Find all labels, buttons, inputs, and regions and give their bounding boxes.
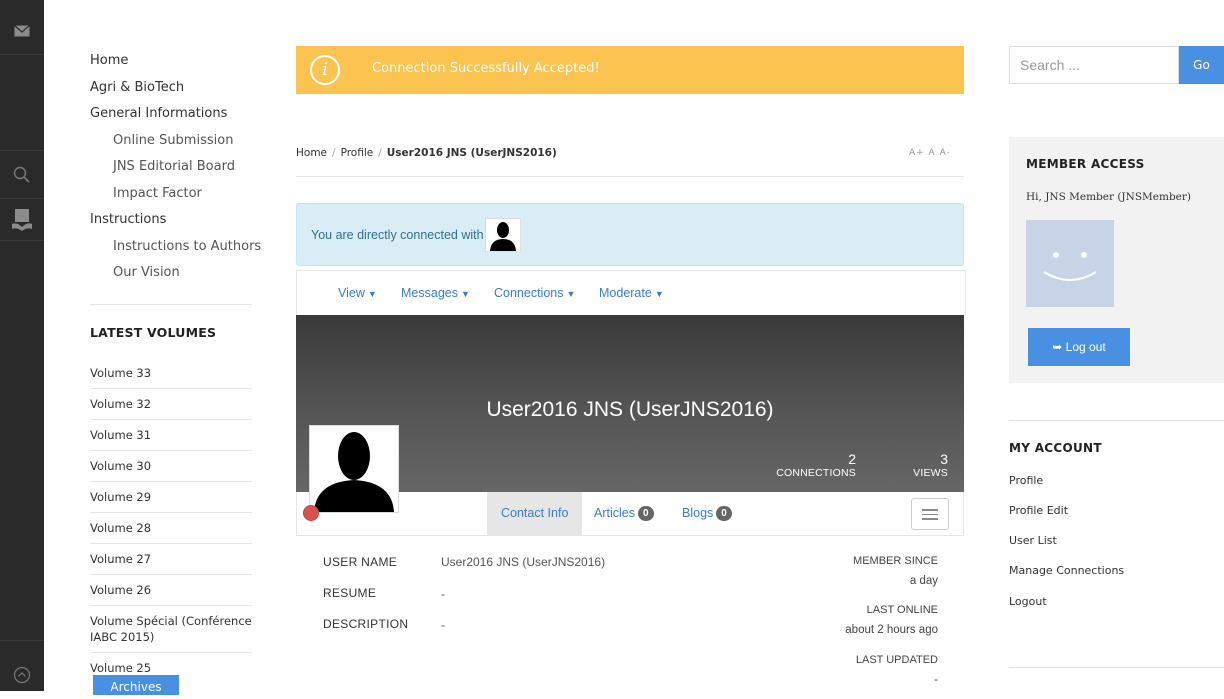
moderate-menu-label: Moderate [599,286,652,300]
logout-button[interactable]: ➥ Log out [1028,328,1130,366]
moderate-menu[interactable]: Moderate ▼ [599,286,664,300]
breadcrumb: Home / Profile / User2016 JNS (UserJNS2016) [296,147,557,159]
account-link-logout[interactable]: Logout [1009,595,1047,608]
tab-articles[interactable]: Articles 0 [580,492,668,535]
messages-menu-label: Messages [401,286,458,300]
profile-navbar: View ▼ Messages ▼ Connections ▼ Moderate ▼ [296,270,966,315]
members-icon[interactable] [0,208,44,236]
messages-menu[interactable]: Messages ▼ [401,286,470,300]
views-label: VIEWS [913,467,948,479]
breadcrumb-home[interactable]: Home [296,147,327,159]
resume-label: RESUME [323,586,377,600]
tab-articles-label: Articles [594,506,635,520]
left-nav: Home Agri & BioTech General Informations… [90,48,261,683]
search-go-button[interactable]: Go [1179,46,1224,84]
nav-item-online-submission[interactable]: Online Submission [90,128,252,155]
mail-icon[interactable] [0,22,44,41]
resume-value: - [441,587,445,601]
nav-item-instructions-to-authors[interactable]: Instructions to Authors [90,234,261,261]
breadcrumb-profile[interactable]: Profile [341,147,374,159]
info-icon: i [310,55,340,85]
username-value: User2016 JNS (UserJNS2016) [441,555,606,569]
logout-label: Log out [1065,340,1106,354]
volume-item[interactable]: Volume Spécial (Conférence IABC 2015) [90,606,252,653]
search-input[interactable]: Search ... [1009,46,1179,84]
account-link-user-list[interactable]: User List [1009,534,1057,547]
hamburger-icon [922,509,938,511]
blogs-count-badge: 0 [716,506,732,521]
articles-count-badge: 0 [637,506,654,521]
scroll-up-icon[interactable] [0,666,44,688]
connection-info-text: You are directly connected with [311,228,484,242]
last-online-value: about 2 hours ago [845,624,938,636]
nav-item-instructions[interactable]: Instructions [90,207,252,234]
profile-avatar[interactable] [309,425,399,513]
nav-item-impact-factor[interactable]: Impact Factor [90,181,252,208]
account-link-profile-edit[interactable]: Profile Edit [1009,504,1068,517]
account-link-manage-connections[interactable]: Manage Connections [1009,564,1124,577]
icon-rail [0,0,44,691]
tab-contact-info[interactable]: Contact Info [487,492,583,535]
connected-user-avatar[interactable] [485,218,521,252]
view-menu-label: View [338,286,365,300]
username-label: USER NAME [323,555,398,569]
views-stat: 3 VIEWS [886,451,948,479]
tab-blogs-label: Blogs [682,506,714,520]
nav-divider [90,303,252,305]
member-access-heading: MEMBER ACCESS [1026,157,1145,171]
member-avatar [1026,220,1114,307]
account-link-profile[interactable]: Profile [1009,474,1043,487]
success-alert: i Connection Successfully Accepted! [296,46,964,94]
latest-volumes-heading: LATEST VOLUMES [90,324,217,340]
last-online-label: LAST ONLINE [866,604,938,616]
volume-item[interactable]: Volume 31 [90,420,252,451]
member-since-label: MEMBER SINCE [853,555,938,567]
nav-item-home[interactable]: Home [90,48,252,75]
view-menu[interactable]: View ▼ [338,286,377,300]
logout-icon: ➥ [1052,340,1066,354]
caret-down-icon: ▼ [654,289,664,299]
alert-text: Connection Successfully Accepted! [372,61,600,76]
connections-menu[interactable]: Connections ▼ [494,286,575,300]
volume-item[interactable]: Volume 29 [90,482,252,513]
description-value: - [441,618,445,632]
connections-label: CONNECTIONS [776,467,856,479]
profile-name: User2016 JNS (UserJNS2016) [486,398,774,421]
member-greeting: Hi, JNS Member (JNSMember) [1026,191,1191,203]
tab-blogs[interactable]: Blogs 0 [668,492,746,535]
breadcrumb-current: User2016 JNS (UserJNS2016) [386,147,557,159]
archives-button[interactable]: Archives [93,675,179,695]
font-size-controls[interactable]: A+ A A- [909,148,951,158]
connections-menu-label: Connections [494,286,564,300]
breadcrumb-divider [296,176,964,177]
volume-item[interactable]: Volume 26 [90,575,252,606]
volume-item[interactable]: Volume 27 [90,544,252,575]
member-access-panel: MEMBER ACCESS Hi, JNS Member (JNSMember)… [1009,137,1224,383]
caret-down-icon: ▼ [460,289,470,299]
nav-item-editorial-board[interactable]: JNS Editorial Board [90,154,252,181]
my-account-heading: MY ACCOUNT [1009,441,1102,455]
menu-toggle-button[interactable] [911,498,949,530]
views-count: 3 [940,451,948,467]
last-updated-value: - [934,674,938,686]
member-since-value: a day [909,575,938,587]
online-status-indicator [303,505,319,521]
connections-count: 2 [848,451,856,467]
connection-info-box: You are directly connected with [296,203,964,266]
volume-item[interactable]: Volume 32 [90,389,252,420]
search-icon[interactable] [0,166,44,188]
last-updated-label: LAST UPDATED [855,654,938,666]
connections-stat[interactable]: 2 CONNECTIONS [756,451,856,479]
nav-item-our-vision[interactable]: Our Vision [90,260,252,287]
volume-item[interactable]: Volume 30 [90,451,252,482]
volume-item[interactable]: Volume 28 [90,513,252,544]
nav-item-agri-biotech[interactable]: Agri & BioTech [90,75,252,102]
volume-item[interactable]: Volume 33 [90,358,252,389]
caret-down-icon: ▼ [566,289,576,299]
account-divider [1009,420,1224,421]
description-label: DESCRIPTION [323,617,409,631]
nav-item-general-informations[interactable]: General Informations [90,101,252,128]
sidebar-bottom-divider [1009,667,1224,668]
caret-down-icon: ▼ [367,289,377,299]
